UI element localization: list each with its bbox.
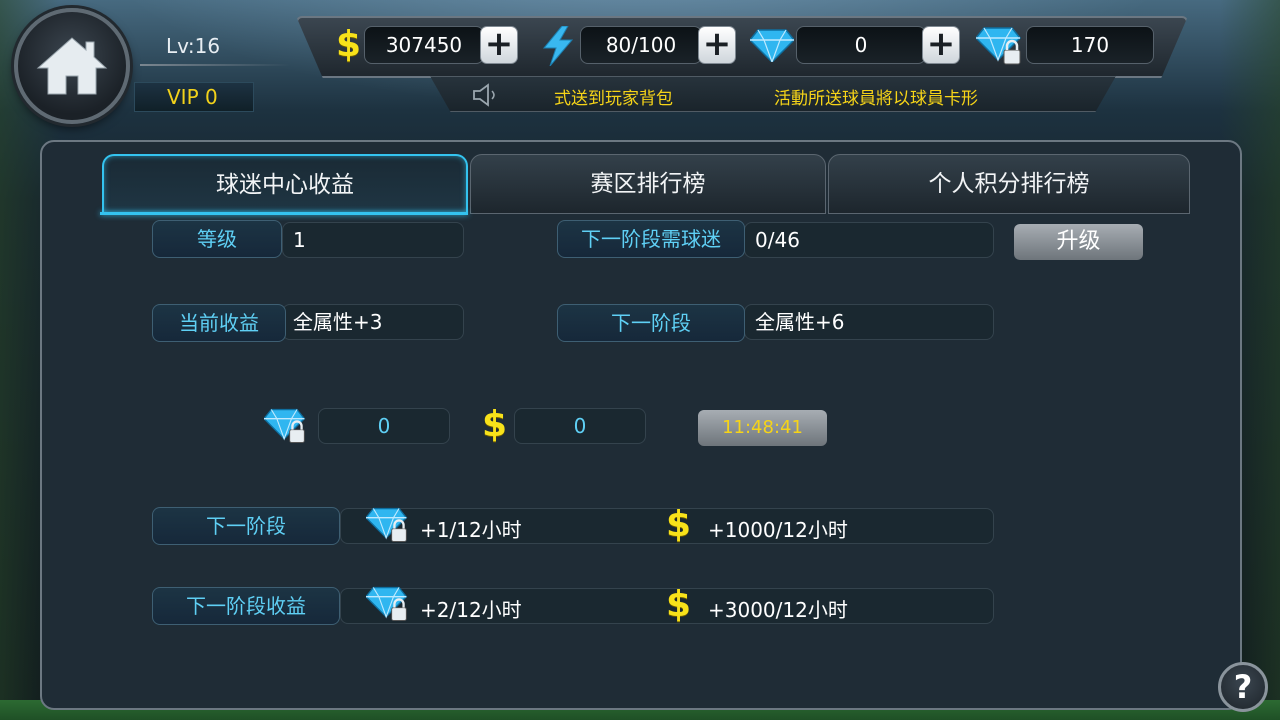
locked-diamond-icon [366, 586, 408, 621]
vip-badge[interactable]: VIP 0 [134, 82, 254, 112]
question-icon: ? [1233, 668, 1253, 706]
next-income-diamond-rate: +2/12小时 [420, 598, 522, 622]
add-energy-button[interactable]: + [698, 26, 736, 64]
next-stage-label: 下一阶段 [557, 304, 745, 342]
upgrade-button[interactable]: 升级 [1014, 224, 1143, 260]
dollar-icon: $ [666, 504, 692, 545]
next-stage-diamond-rate: +1/12小时 [420, 518, 522, 542]
tab-region-leaderboard[interactable]: 赛区排行榜 [470, 154, 826, 214]
level-divider [140, 64, 290, 66]
active-tab-indicator [100, 212, 468, 215]
player-level: Lv:16 [166, 34, 221, 58]
coins-field: 307450 [364, 26, 484, 64]
dollar-icon: $ [336, 24, 362, 65]
announcement-text-right: 活動所送球員將以球員卡形 [774, 89, 978, 109]
next-stage-coin-rate: +1000/12小时 [708, 518, 848, 542]
dollar-icon: $ [482, 404, 508, 445]
next-income-row-label: 下一阶段收益 [152, 587, 340, 625]
home-icon [36, 37, 108, 95]
current-income-value: 全属性+3 [282, 304, 464, 340]
locked-diamond-icon [366, 507, 408, 542]
home-button[interactable] [14, 8, 130, 124]
next-stage-fans-label: 下一阶段需球迷 [557, 220, 745, 258]
tab-fan-center-income[interactable]: 球迷中心收益 [102, 154, 468, 214]
add-coins-button[interactable]: + [480, 26, 518, 64]
dollar-icon: $ [666, 584, 692, 625]
diamond-icon [750, 29, 794, 62]
diamonds-field: 0 [796, 26, 926, 64]
current-income-label: 当前收益 [152, 304, 286, 342]
level-value: 1 [282, 222, 464, 258]
locked-diamond-icon [264, 408, 306, 443]
tab-personal-score-leaderboard[interactable]: 个人积分排行榜 [828, 154, 1190, 214]
collect-timer-button[interactable]: 11:48:41 [698, 410, 827, 446]
lightning-bolt-icon [542, 26, 574, 66]
locked-diamond-icon [976, 27, 1022, 65]
collect-coins-field: 0 [514, 408, 646, 444]
locked-diamonds-field: 170 [1026, 26, 1154, 64]
add-diamonds-button[interactable]: + [922, 26, 960, 64]
next-income-coin-rate: +3000/12小时 [708, 598, 848, 622]
level-label: 等级 [152, 220, 282, 258]
next-stage-row-label: 下一阶段 [152, 507, 340, 545]
announcement-bar [430, 76, 1116, 112]
collect-diamonds-field: 0 [318, 408, 450, 444]
energy-field: 80/100 [580, 26, 702, 64]
next-stage-fans-value: 0/46 [744, 222, 994, 258]
announcement-text-left: 式送到玩家背包 [554, 89, 673, 109]
speaker-icon [473, 83, 495, 107]
help-button[interactable]: ? [1218, 662, 1268, 712]
next-stage-value: 全属性+6 [744, 304, 994, 340]
